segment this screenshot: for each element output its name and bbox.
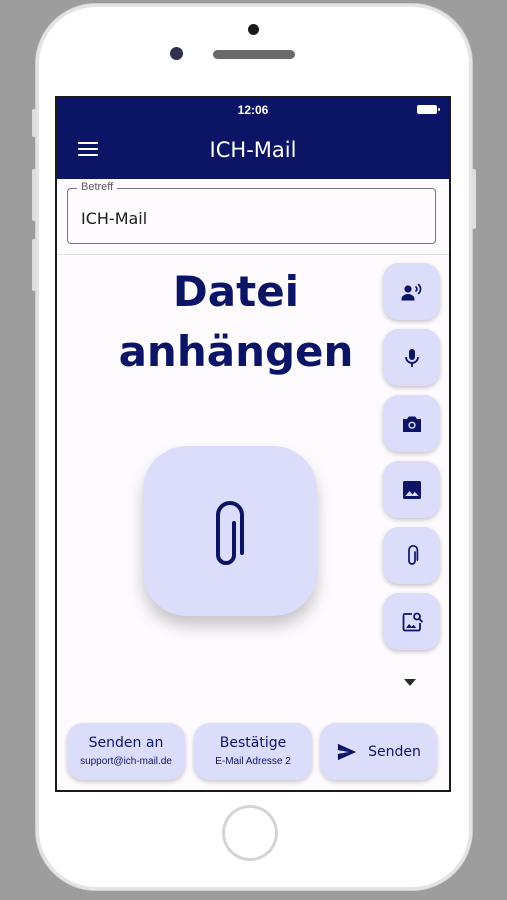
camera-button[interactable] bbox=[383, 395, 440, 452]
paperclip-icon bbox=[407, 544, 418, 565]
send-label: Senden bbox=[368, 743, 421, 760]
record-voice-over-icon bbox=[401, 283, 421, 300]
subject-field[interactable]: Betreff ICH-Mail bbox=[67, 181, 436, 244]
subject-label: Betreff bbox=[77, 181, 118, 193]
phone-volume-up bbox=[32, 169, 36, 221]
send-icon bbox=[338, 743, 357, 760]
confirm-sublabel: E-Mail Adresse 2 bbox=[215, 756, 291, 767]
mic-icon bbox=[404, 348, 419, 367]
home-button[interactable] bbox=[222, 805, 278, 861]
send-to-address: support@ich-mail.de bbox=[80, 756, 172, 767]
subject-value[interactable]: ICH-Mail bbox=[81, 209, 147, 228]
confirm-label: Bestätige bbox=[219, 735, 287, 751]
confirm-address-button[interactable]: Bestätige E-Mail Adresse 2 bbox=[194, 723, 312, 780]
divider bbox=[57, 254, 449, 255]
image-search-icon bbox=[402, 612, 423, 631]
phone-side-button bbox=[32, 109, 36, 137]
send-to-label: Senden an bbox=[88, 735, 164, 751]
mic-button[interactable] bbox=[383, 329, 440, 386]
phone-speaker bbox=[213, 50, 295, 59]
gallery-button[interactable] bbox=[383, 461, 440, 518]
image-search-button[interactable] bbox=[383, 593, 440, 650]
phone-volume-down bbox=[32, 239, 36, 291]
status-time: 12:06 bbox=[237, 103, 269, 117]
camera-icon bbox=[402, 416, 421, 432]
app-screen: 12:06 ICH-Mail Betreff ICH-Mail Datei an… bbox=[57, 98, 449, 790]
expand-more-icon[interactable] bbox=[404, 679, 416, 686]
page-headline: Datei anhängen bbox=[118, 267, 354, 376]
phone-power-button bbox=[472, 169, 476, 229]
attach-button[interactable] bbox=[383, 527, 440, 584]
send-to-button[interactable]: Senden an support@ich-mail.de bbox=[67, 723, 185, 780]
app-bar: ICH-Mail bbox=[57, 122, 449, 179]
send-button[interactable]: Senden bbox=[320, 723, 437, 780]
battery-icon bbox=[417, 105, 440, 114]
paperclip-icon bbox=[216, 501, 244, 565]
status-bar: 12:06 bbox=[57, 98, 449, 122]
phone-sensor bbox=[248, 24, 259, 35]
image-icon bbox=[402, 480, 421, 499]
app-title: ICH-Mail bbox=[209, 138, 297, 162]
speak-button[interactable] bbox=[383, 263, 440, 320]
attach-file-button[interactable] bbox=[143, 446, 317, 616]
front-camera bbox=[170, 47, 183, 60]
